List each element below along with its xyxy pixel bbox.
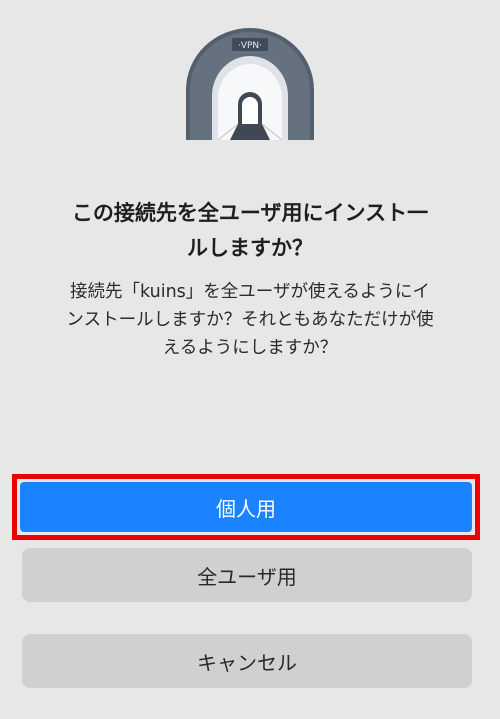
install-profile-dialog: ·VPN· この接続先を全ユーザ用にインスト一 ルしますか？ 接続先「kuins… (0, 0, 500, 719)
vpn-badge-text: ·VPN· (238, 41, 262, 51)
personal-button[interactable]: 個人用 (20, 482, 472, 532)
dialog-title: この接続先を全ユーザ用にインスト一 ルしますか？ (71, 201, 429, 260)
all-users-button[interactable]: 全ユーザ用 (22, 548, 472, 602)
cancel-button[interactable]: キャンセル (22, 634, 472, 688)
vpn-tunnel-icon: ·VPN· (186, 28, 314, 141)
dialog-message: 接続先「kuins」を全ユーザが使えるようにイ ンストールしますか？それともあな… (66, 282, 434, 358)
